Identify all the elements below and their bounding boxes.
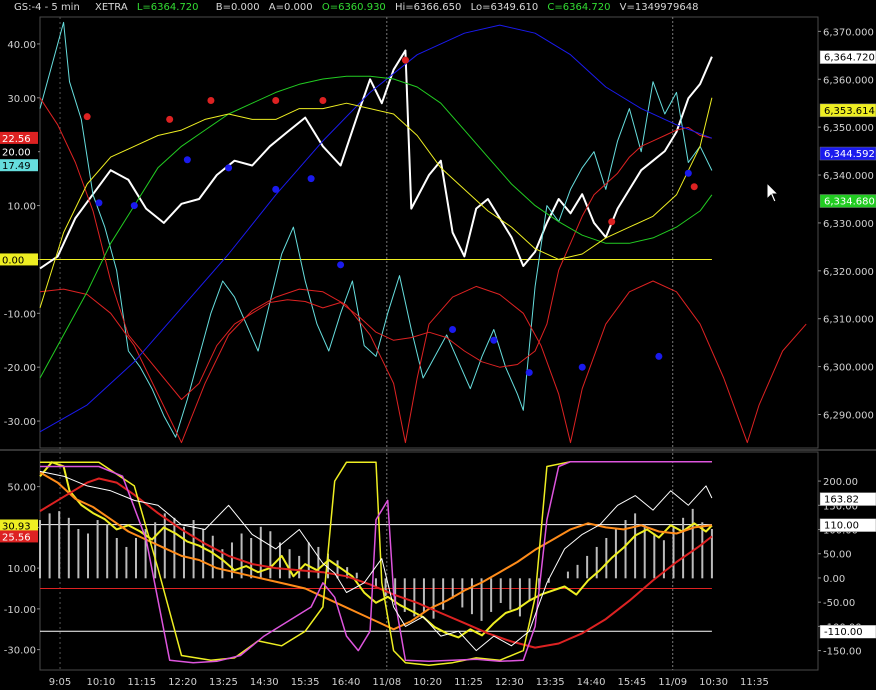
- series-line-0-4: [39, 24, 713, 433]
- signal-marker: [166, 115, 174, 123]
- x-tick-label: 11/09: [658, 677, 687, 688]
- left-value-badge-label: 25.56: [2, 532, 31, 543]
- panel-frame-1: [39, 451, 819, 671]
- signal-marker: [183, 156, 191, 164]
- signal-marker: [684, 169, 692, 177]
- x-tick-label: 13:25: [209, 677, 238, 688]
- y-right-tick-label: 6,310.000: [823, 315, 874, 326]
- signal-marker: [319, 97, 327, 105]
- y-right-tick-label: -150.00: [823, 647, 862, 658]
- signal-marker: [337, 261, 345, 269]
- x-tick-label: 11/08: [372, 677, 401, 688]
- signal-marker: [449, 325, 457, 333]
- signal-marker: [525, 369, 533, 377]
- right-value-badge-label: 6,353.614: [824, 106, 875, 117]
- right-value-badge-label: 163.82: [824, 495, 859, 506]
- series-line-1-1: [39, 471, 713, 631]
- x-tick-label: 11:15: [127, 677, 156, 688]
- x-tick-label: 10:10: [86, 677, 115, 688]
- x-tick-label: 10:30: [699, 677, 728, 688]
- right-value-badge-label: 6,364.720: [824, 53, 875, 64]
- x-tick-label: 16:40: [332, 677, 361, 688]
- y-left-tick-label: -20.00: [4, 363, 36, 374]
- signal-marker: [490, 336, 498, 344]
- y-left-tick-label: 10.00: [7, 202, 36, 213]
- series-line-1-0: [39, 461, 713, 639]
- x-tick-label: 12:20: [168, 677, 197, 688]
- y-left-tick-label: 30.00: [7, 94, 36, 105]
- signal-marker: [401, 56, 409, 64]
- y-right-tick-label: 6,370.000: [823, 27, 874, 38]
- y-left-tick-label: 50.00: [7, 483, 36, 494]
- y-left-tick-label: -10.00: [4, 309, 36, 320]
- x-tick-label: 11:35: [740, 677, 769, 688]
- y-right-tick-label: 6,350.000: [823, 123, 874, 134]
- signal-marker: [608, 218, 616, 226]
- x-tick-label: 10:20: [413, 677, 442, 688]
- y-right-tick-label: 6,290.000: [823, 410, 874, 421]
- series-line-1-4: [40, 460, 712, 664]
- y-right-tick-label: 6,320.000: [823, 267, 874, 278]
- x-tick-label: 14:30: [250, 677, 279, 688]
- signal-marker: [83, 113, 91, 121]
- signal-marker: [207, 97, 215, 105]
- left-value-badge-label: 0.00: [2, 255, 24, 266]
- series-line-0-1: [39, 21, 713, 438]
- series-line-0-6: [39, 97, 713, 309]
- series-line-0-5: [39, 75, 713, 379]
- right-value-badge-label: 6,344.592: [824, 149, 875, 160]
- signal-marker: [225, 164, 233, 172]
- signal-marker: [690, 183, 698, 191]
- x-tick-label: 9:05: [49, 677, 71, 688]
- signal-marker: [655, 352, 663, 360]
- signal-marker: [272, 185, 280, 193]
- signal-marker: [272, 97, 280, 105]
- y-right-tick-label: 6,300.000: [823, 363, 874, 374]
- signal-marker: [578, 363, 586, 371]
- y-left-tick-label: -30.00: [4, 646, 36, 657]
- series-line-1-2: [39, 477, 713, 649]
- y-left-tick-label: -10.00: [4, 605, 36, 616]
- y-right-tick-label: 0.00: [823, 574, 845, 585]
- left-value-badge-label: 20.00: [2, 148, 31, 159]
- y-right-tick-label: 50.00: [823, 550, 852, 561]
- series-line-1-5: [39, 470, 713, 652]
- chart-canvas[interactable]: 9:05 10:10 11:15 12:20 13:25 14:30 15:35 16:40 1…: [0, 0, 876, 690]
- y-left-tick-label: 40.00: [7, 40, 36, 51]
- mouse-cursor-icon: [766, 182, 780, 203]
- x-tick-label: 13:35: [536, 677, 565, 688]
- signal-marker: [130, 202, 138, 210]
- right-value-badge-label: 110.00: [824, 521, 859, 532]
- y-right-tick-label: 6,360.000: [823, 75, 874, 86]
- y-right-tick-label: 6,330.000: [823, 219, 874, 230]
- signal-marker: [95, 199, 103, 207]
- x-tick-label: 15:45: [617, 677, 646, 688]
- x-tick-label: 11:25: [454, 677, 483, 688]
- y-right-tick-label: 200.00: [823, 477, 858, 488]
- left-value-badge-label: 22.56: [2, 134, 31, 145]
- y-right-tick-label: -50.00: [823, 598, 855, 609]
- right-value-badge-label: -110.00: [824, 627, 863, 638]
- signal-marker: [307, 175, 315, 183]
- x-tick-label: 14:40: [577, 677, 606, 688]
- series-line-0-2: [39, 280, 807, 444]
- y-right-tick-label: 6,340.000: [823, 171, 874, 182]
- x-tick-label: 12:30: [495, 677, 524, 688]
- left-value-badge-label: 17.49: [2, 161, 31, 172]
- right-value-badge-label: 6,334.680: [824, 197, 875, 208]
- x-tick-label: 15:35: [291, 677, 320, 688]
- series-line-1-3: [40, 460, 712, 666]
- y-left-tick-label: -30.00: [4, 417, 36, 428]
- y-left-tick-label: 10.00: [7, 564, 36, 575]
